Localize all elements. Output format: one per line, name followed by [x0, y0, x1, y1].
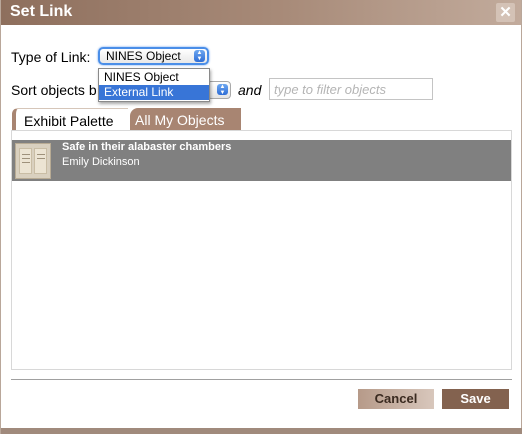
type-of-link-select[interactable]: NINES Object ▲ ▼: [98, 47, 209, 65]
object-title: Safe in their alabaster chambers: [62, 141, 232, 153]
footer-divider: [11, 379, 512, 380]
dropdown-option-external-link[interactable]: External Link: [99, 85, 209, 100]
sort-row: Sort objects b ▲ ▼ and: [11, 78, 521, 102]
type-of-link-selected-value: NINES Object: [106, 49, 181, 63]
dialog-title: Set Link: [10, 3, 73, 20]
object-author: Emily Dickinson: [62, 156, 140, 168]
tab-exhibit-palette[interactable]: Exhibit Palette: [12, 108, 128, 130]
set-link-dialog: Set Link ✕ Type of Link: NINES Object ▲ ▼…: [0, 0, 522, 434]
sort-objects-label: Sort objects b: [11, 82, 97, 98]
updown-arrows-icon: ▲ ▼: [217, 84, 228, 96]
and-label: and: [238, 82, 262, 98]
thumbnail-page-left: [19, 148, 32, 174]
cancel-button[interactable]: Cancel: [358, 389, 434, 409]
close-icon[interactable]: ✕: [496, 3, 515, 22]
dialog-bottom-border: [1, 428, 522, 434]
type-of-link-label: Type of Link:: [11, 49, 91, 65]
type-of-link-dropdown: NINES Object External Link: [98, 68, 210, 102]
object-tabs: Exhibit Palette All My Objects: [12, 108, 512, 130]
dialog-titlebar: Set Link ✕: [1, 0, 521, 25]
manuscript-thumbnail: [15, 143, 51, 179]
object-list[interactable]: Safe in their alabaster chambers Emily D…: [11, 130, 512, 370]
list-item[interactable]: Safe in their alabaster chambers Emily D…: [12, 140, 511, 181]
sort-objects-select[interactable]: ▲ ▼: [207, 81, 231, 99]
dropdown-option-nines-object[interactable]: NINES Object: [99, 70, 209, 85]
save-button[interactable]: Save: [442, 389, 509, 409]
thumbnail-page-right: [34, 148, 47, 174]
tab-all-my-objects[interactable]: All My Objects: [130, 108, 241, 130]
filter-objects-input[interactable]: [269, 78, 433, 100]
updown-arrows-icon: ▲ ▼: [194, 50, 205, 62]
